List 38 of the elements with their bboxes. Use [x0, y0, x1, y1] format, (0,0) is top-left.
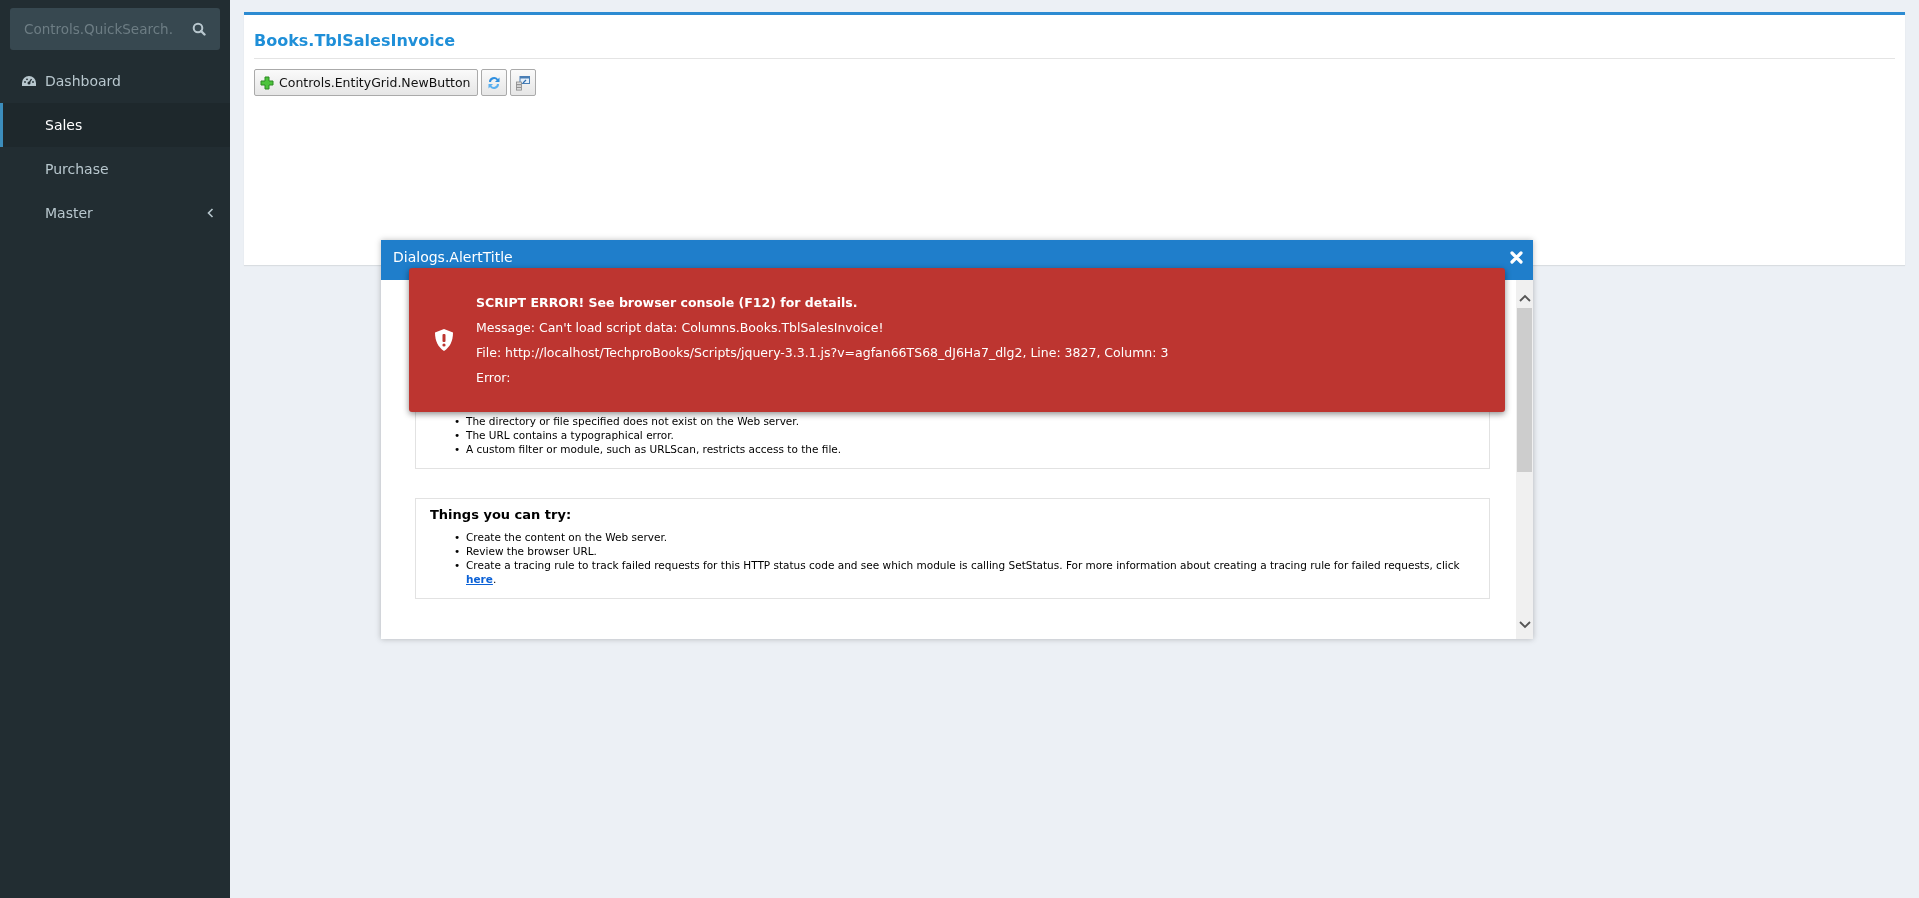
bullet: •	[454, 428, 462, 442]
sidebar-item[interactable]: Purchase	[0, 147, 230, 191]
search-icon[interactable]	[192, 22, 206, 36]
column-picker-button[interactable]	[509, 69, 536, 96]
new-button[interactable]: Controls.EntityGrid.NewButton	[254, 69, 478, 96]
toast-title: SCRIPT ERROR! See browser console (F12) for details.	[476, 295, 859, 310]
toast-message: Message: Can't load script data: Columns.Books.TblSalesInvoice!	[476, 320, 885, 335]
scroll-down-icon[interactable]	[1518, 621, 1531, 629]
list-item: Create the content on the Web server.	[466, 530, 669, 544]
bullet: •	[454, 530, 462, 544]
page-title: Books.TblSalesInvoice	[254, 25, 1895, 59]
list-item: The directory or file specified does not exist on the Web server.	[466, 414, 800, 428]
plus-icon	[260, 75, 274, 90]
scroll-up-icon[interactable]	[1518, 294, 1531, 302]
toast-message: File: http://localhost/TechproBooks/Scripts/jquery-3.3.1.js?v=agfan66TS68_dJ6Ha7_dlg2, Line: 3827, Column: 3	[476, 345, 1169, 360]
sidebar-item[interactable]: Dashboard	[0, 59, 230, 103]
toast-message: Error:	[476, 370, 512, 385]
bullet: •	[454, 558, 462, 573]
scrollbar-thumb[interactable]	[1517, 308, 1532, 472]
list-item: The URL contains a typographical error.	[466, 428, 675, 442]
list-item: A custom filter or module, such as URLScan, restricts access to the file.	[466, 442, 843, 456]
close-icon[interactable]	[1510, 251, 1523, 264]
bullet: •	[454, 414, 462, 428]
bullet: •	[454, 544, 462, 558]
chevron-icon	[207, 208, 214, 218]
refresh-button[interactable]	[480, 69, 507, 96]
bullet: •	[454, 442, 462, 456]
sidebar-item[interactable]: Master	[0, 191, 230, 235]
here-link[interactable]: here	[466, 573, 493, 585]
sidebar-item[interactable]: Sales	[0, 103, 230, 147]
columns-icon	[514, 74, 531, 91]
dashboard-icon	[21, 74, 37, 88]
list-item: Review the browser URL.	[466, 544, 598, 558]
shield-alert-icon	[434, 328, 454, 352]
section-heading: Things you can try:	[430, 507, 573, 522]
dialog-title: Dialogs.AlertTitle	[393, 248, 513, 266]
list-item: Create a tracing rule to track failed requests for this HTTP status code and see which module is calling SetStatus. For more information about creating a tracing rule for failed requests, click here.	[466, 558, 1461, 586]
scrollbar[interactable]	[1516, 280, 1533, 639]
